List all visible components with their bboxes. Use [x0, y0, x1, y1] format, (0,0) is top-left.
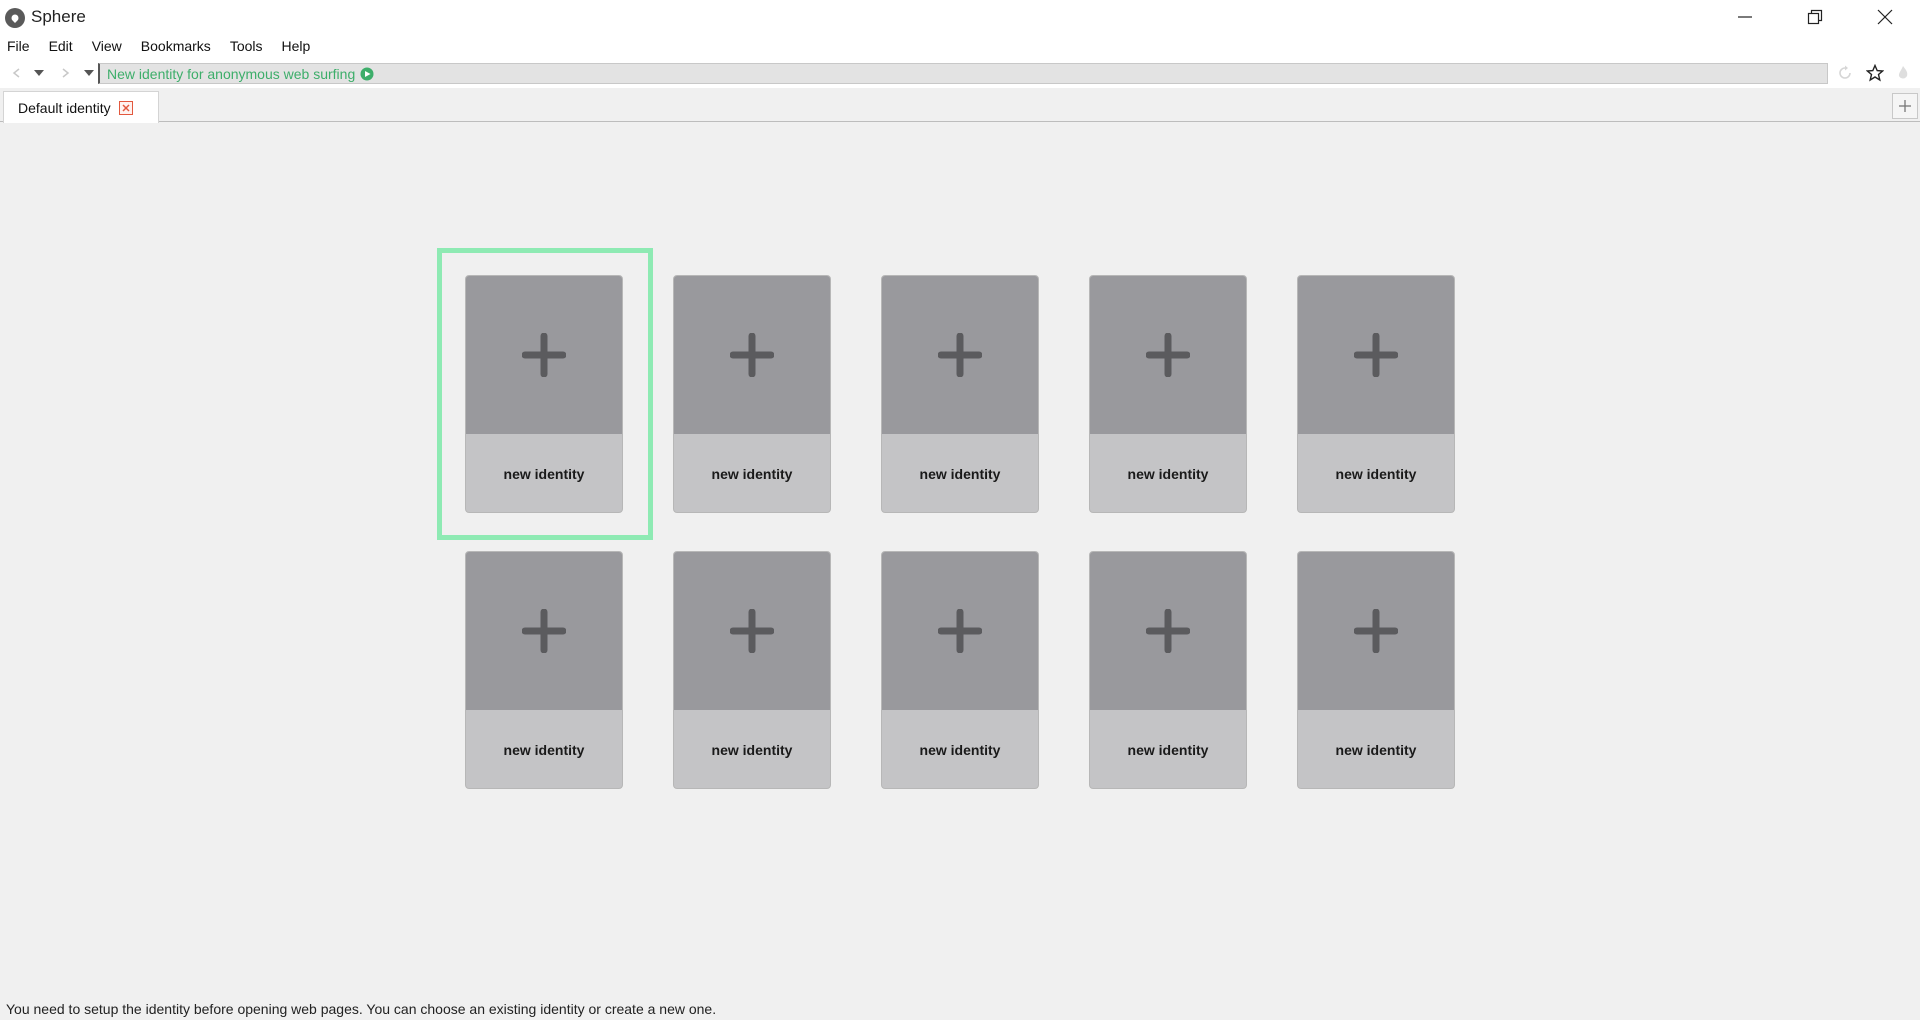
identity-card-image — [882, 552, 1038, 710]
identity-card-label: new identity — [711, 466, 793, 482]
back-arrow-icon — [12, 68, 20, 78]
play-icon[interactable] — [360, 67, 374, 81]
navigation-bar: New identity for anonymous web surfing — [0, 58, 1920, 88]
plus-icon — [938, 609, 982, 653]
menu-edit[interactable]: Edit — [47, 38, 75, 54]
forward-button[interactable] — [54, 62, 76, 84]
plus-icon — [1354, 333, 1398, 377]
chevron-down-icon — [84, 70, 94, 76]
forward-arrow-icon — [62, 68, 70, 78]
menu-bar: File Edit View Bookmarks Tools Help — [0, 34, 1920, 58]
tab-bar: Default identity — [0, 88, 1920, 123]
menu-help[interactable]: Help — [280, 38, 313, 54]
reload-icon — [1839, 65, 1851, 79]
toolbar-right — [1834, 58, 1920, 88]
identity-card-label: new identity — [919, 466, 1001, 482]
minimize-button[interactable] — [1710, 0, 1780, 34]
address-bar-text: New identity for anonymous web surfing — [107, 65, 356, 82]
sphere-logo-icon — [5, 8, 25, 28]
close-button[interactable] — [1850, 0, 1920, 34]
window-title: Sphere — [31, 7, 86, 26]
identity-card-image — [1090, 276, 1246, 434]
identity-card-image — [466, 276, 622, 434]
restore-button[interactable] — [1780, 0, 1850, 34]
plus-icon — [730, 609, 774, 653]
star-icon — [1866, 64, 1884, 82]
identity-card[interactable]: new identity — [881, 551, 1039, 789]
window-controls — [1710, 0, 1920, 34]
identity-selection-area: new identity new identity new identity new … — [0, 123, 1920, 983]
plus-icon — [1354, 609, 1398, 653]
identity-card[interactable]: new identity — [673, 275, 831, 513]
fire-icon — [1898, 66, 1908, 79]
menu-view[interactable]: View — [90, 38, 124, 54]
minimize-icon — [1738, 16, 1752, 18]
status-bar: You need to setup the identity before op… — [0, 997, 1920, 1020]
identity-card-image — [466, 552, 622, 710]
identity-card-image — [1298, 552, 1454, 710]
address-bar[interactable]: New identity for anonymous web surfing — [98, 63, 1828, 84]
menu-bookmarks[interactable]: Bookmarks — [139, 38, 213, 54]
bookmark-button[interactable] — [1864, 62, 1886, 84]
identity-card-label: new identity — [1335, 466, 1417, 482]
identity-card-label: new identity — [1127, 742, 1209, 758]
menu-tools[interactable]: Tools — [228, 38, 265, 54]
title-bar: Sphere — [0, 0, 1920, 34]
identity-card-label: new identity — [711, 742, 793, 758]
identity-card[interactable]: new identity — [673, 551, 831, 789]
identity-card-image — [674, 276, 830, 434]
identity-card[interactable]: new identity — [1089, 275, 1247, 513]
plus-icon — [522, 609, 566, 653]
plus-icon — [730, 333, 774, 377]
tab-label: Default identity — [18, 99, 111, 116]
identity-card-label: new identity — [1127, 466, 1209, 482]
identity-card-label: new identity — [1335, 742, 1417, 758]
chevron-down-icon — [34, 70, 44, 76]
plus-icon — [1146, 609, 1190, 653]
plus-icon — [1899, 100, 1911, 112]
identity-card-label: new identity — [503, 466, 585, 482]
tab-default-identity[interactable]: Default identity — [3, 91, 159, 123]
identity-card-image — [882, 276, 1038, 434]
back-button[interactable] — [6, 62, 28, 84]
identity-card[interactable]: new identity — [881, 275, 1039, 513]
plus-icon — [522, 333, 566, 377]
identity-card-image — [674, 552, 830, 710]
menu-file[interactable]: File — [5, 38, 32, 54]
new-tab-button[interactable] — [1892, 93, 1918, 119]
forward-history-dropdown[interactable] — [78, 62, 100, 84]
close-icon — [1877, 9, 1893, 25]
identity-card[interactable]: new identity — [1297, 551, 1455, 789]
plugin-button[interactable] — [1892, 62, 1914, 84]
identity-card-image — [1298, 276, 1454, 434]
identity-card[interactable]: new identity — [465, 275, 623, 513]
plus-icon — [1146, 333, 1190, 377]
reload-button[interactable] — [1834, 62, 1856, 84]
identity-card[interactable]: new identity — [465, 551, 623, 789]
close-icon — [122, 103, 130, 112]
identity-card-image — [1090, 552, 1246, 710]
back-history-dropdown[interactable] — [28, 62, 50, 84]
identity-card-label: new identity — [503, 742, 585, 758]
identity-card-label: new identity — [919, 742, 1001, 758]
plus-icon — [938, 333, 982, 377]
identity-card[interactable]: new identity — [1297, 275, 1455, 513]
tab-close-button[interactable] — [118, 100, 133, 115]
status-message: You need to setup the identity before op… — [6, 1000, 717, 1017]
restore-icon — [1807, 9, 1823, 25]
identity-card[interactable]: new identity — [1089, 551, 1247, 789]
